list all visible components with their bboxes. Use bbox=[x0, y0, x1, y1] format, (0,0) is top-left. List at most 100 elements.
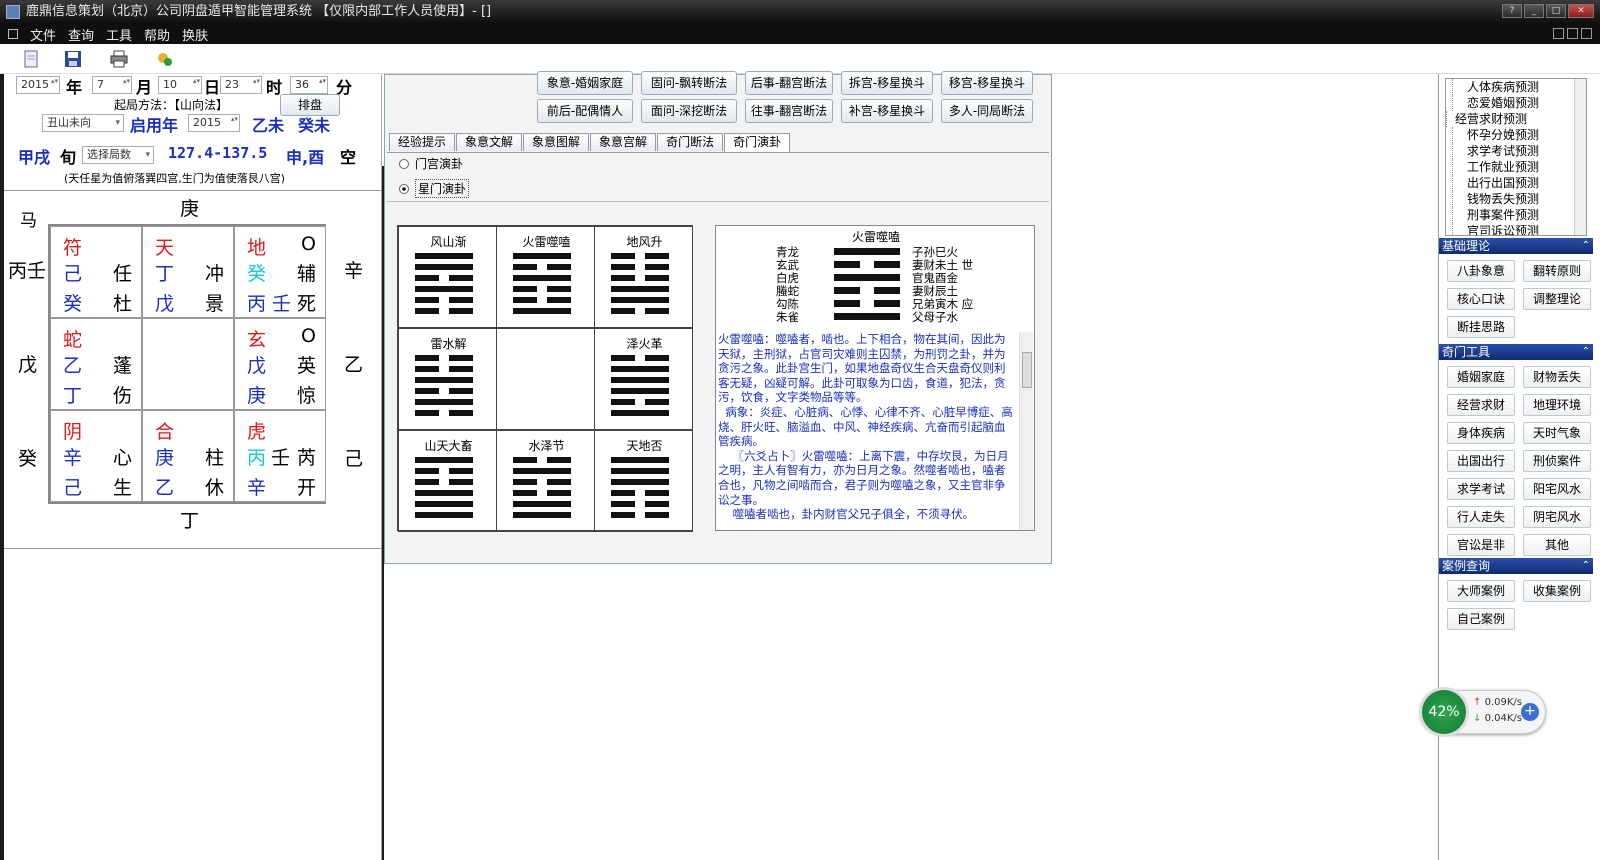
method-button-2-4[interactable]: 补宫-移星换斗 bbox=[841, 99, 933, 123]
tab-xiangyi-text[interactable]: 象意文解 bbox=[456, 133, 523, 151]
sidebar-button[interactable]: 自己案例 bbox=[1447, 608, 1515, 630]
method-button-1-5[interactable]: 移宫-移星换斗 bbox=[941, 71, 1033, 95]
hour-spinner[interactable]: 23 bbox=[220, 76, 262, 94]
tree-item[interactable]: 工作就业预测 bbox=[1452, 159, 1586, 175]
hexagram-cell[interactable]: 风山渐 bbox=[398, 226, 497, 328]
palace-cell[interactable]: 地 O 癸 辅 丙 壬 死 bbox=[234, 226, 326, 318]
palace-cell[interactable]: 阴 辛 心 己 生 bbox=[50, 410, 142, 502]
palace-cell[interactable]: 符 己 任 癸 杜 bbox=[50, 226, 142, 318]
method-button-2-3[interactable]: 往事-翻宫断法 bbox=[745, 99, 833, 123]
hexagram-cell[interactable]: 山天大畜 bbox=[398, 430, 497, 532]
minute-spinner[interactable]: 36 bbox=[290, 76, 328, 94]
sidebar-button[interactable]: 地理环境 bbox=[1523, 394, 1591, 416]
menu-query[interactable]: 查询 bbox=[68, 25, 94, 44]
hexagram-cell-empty[interactable] bbox=[496, 328, 595, 430]
tree-item[interactable]: 出行出国预测 bbox=[1452, 175, 1586, 191]
tree-scrollbar[interactable] bbox=[1574, 79, 1586, 235]
ju-select[interactable]: 选择局数 bbox=[82, 146, 154, 164]
palace-cell[interactable]: 天 丁 冲 戊 景 bbox=[142, 226, 234, 318]
hexagram-cell[interactable]: 雷水解 bbox=[398, 328, 497, 430]
sidebar-button[interactable]: 调整理论 bbox=[1523, 288, 1591, 310]
sidebar-button[interactable]: 求学考试 bbox=[1447, 478, 1515, 500]
radio-unchecked-icon[interactable] bbox=[399, 158, 409, 169]
tree-item[interactable]: 人体疾病预测 bbox=[1452, 79, 1586, 95]
tree-item[interactable]: 求学考试预测 bbox=[1452, 143, 1586, 159]
scrollbar-thumb[interactable] bbox=[1022, 352, 1032, 388]
tree-item[interactable]: 怀孕分娩预测 bbox=[1452, 127, 1586, 143]
sidebar-button[interactable]: 身体疾病 bbox=[1447, 422, 1515, 444]
palace-cell[interactable]: 合 庚 柱 乙 休 bbox=[142, 410, 234, 502]
settings-icon[interactable] bbox=[156, 50, 174, 68]
palace-cell[interactable]: 蛇 乙 蓬 丁 伤 bbox=[50, 318, 142, 410]
method-button-1-2[interactable]: 固问-飘转断法 bbox=[641, 71, 737, 95]
sidebar-button[interactable]: 大师案例 bbox=[1447, 580, 1515, 602]
sidebar-button[interactable]: 财物丢失 bbox=[1523, 366, 1591, 388]
help-button[interactable]: ? bbox=[1502, 4, 1522, 18]
mdi-restore-icon[interactable] bbox=[1567, 28, 1578, 39]
close-button[interactable]: ✕ bbox=[1568, 4, 1594, 18]
hexagram-cell[interactable]: 水泽节 bbox=[496, 430, 595, 532]
mountain-select[interactable]: 丑山未向 bbox=[42, 114, 124, 132]
sidebar-button[interactable]: 阴宅风水 bbox=[1523, 506, 1591, 528]
tree-item[interactable]: 恋爱婚姻预测 bbox=[1452, 95, 1586, 111]
radio-palace-gua[interactable]: 门宫演卦 bbox=[399, 155, 463, 172]
hexagram-cell[interactable]: 泽火革 bbox=[594, 328, 693, 430]
sidebar-button[interactable]: 经营求财 bbox=[1447, 394, 1515, 416]
month-spinner[interactable]: 7 bbox=[92, 76, 132, 94]
day-spinner[interactable]: 10 bbox=[158, 76, 202, 94]
menu-skin[interactable]: 换肤 bbox=[182, 25, 208, 44]
sidebar-button[interactable]: 断挂思路 bbox=[1447, 316, 1515, 338]
tree-item[interactable]: 经营求财预测 bbox=[1446, 111, 1586, 127]
palace-center[interactable] bbox=[142, 318, 234, 410]
plus-icon[interactable]: + bbox=[1521, 703, 1539, 721]
detail-scrollbar[interactable] bbox=[1019, 332, 1033, 530]
sidebar-button[interactable]: 婚姻家庭 bbox=[1447, 366, 1515, 388]
sidebar-button[interactable]: 官讼是非 bbox=[1447, 534, 1515, 556]
system-menu-icon[interactable] bbox=[8, 29, 18, 39]
section-header[interactable]: 案例查询 bbox=[1439, 558, 1593, 574]
tab-xiangyi-diagram[interactable]: 象意图解 bbox=[523, 133, 590, 151]
radio-star-gua[interactable]: 星门演卦 bbox=[399, 179, 470, 198]
method-button-2-5[interactable]: 多人-同局断法 bbox=[941, 99, 1033, 123]
print-icon[interactable] bbox=[110, 50, 128, 68]
tree-item[interactable]: 官司诉讼预测 bbox=[1452, 223, 1586, 235]
sidebar-button[interactable]: 核心口诀 bbox=[1447, 288, 1515, 310]
network-widget[interactable]: 42% ↑ 0.09K/s ↓ 0.04K/s + bbox=[1419, 687, 1546, 737]
hexagram-cell[interactable]: 火雷噬嗑 bbox=[496, 226, 595, 328]
tab-qimen-gua[interactable]: 奇门演卦 bbox=[724, 133, 791, 152]
sidebar-button[interactable]: 其他 bbox=[1523, 534, 1591, 556]
section-header[interactable]: 奇门工具 bbox=[1439, 344, 1593, 360]
section-header[interactable]: 基础理论 bbox=[1439, 238, 1593, 254]
method-button-2-1[interactable]: 前后-配偶情人 bbox=[537, 99, 633, 123]
tree-item[interactable]: 钱物丢失预测 bbox=[1452, 191, 1586, 207]
menu-file[interactable]: 文件 bbox=[30, 25, 56, 44]
new-icon[interactable] bbox=[22, 50, 40, 68]
maximize-button[interactable]: □ bbox=[1546, 4, 1566, 18]
palace-cell[interactable]: 虎 丙 壬 芮 辛 开 bbox=[234, 410, 326, 502]
radio-checked-icon[interactable] bbox=[399, 183, 409, 194]
method-button-1-4[interactable]: 拆宫-移星换斗 bbox=[841, 71, 933, 95]
tab-xiangyi-palace[interactable]: 象意宫解 bbox=[590, 133, 657, 151]
method-button-1-3[interactable]: 后事-翻宫断法 bbox=[745, 71, 833, 95]
minimize-button[interactable]: _ bbox=[1524, 4, 1544, 18]
mdi-minimize-icon[interactable] bbox=[1553, 28, 1564, 39]
sidebar-button[interactable]: 刑侦案件 bbox=[1523, 450, 1591, 472]
sidebar-button[interactable]: 出国出行 bbox=[1447, 450, 1515, 472]
sidebar-button[interactable]: 收集案例 bbox=[1523, 580, 1591, 602]
tab-qimen-method[interactable]: 奇门断法 bbox=[657, 133, 724, 151]
tab-experience[interactable]: 经验提示 bbox=[389, 133, 456, 151]
menu-tools[interactable]: 工具 bbox=[106, 25, 132, 44]
method-button-1-1[interactable]: 象意-婚姻家庭 bbox=[537, 71, 633, 95]
sidebar-button[interactable]: 天时气象 bbox=[1523, 422, 1591, 444]
sidebar-button[interactable]: 翻转原则 bbox=[1523, 260, 1591, 282]
sidebar-button[interactable]: 行人走失 bbox=[1447, 506, 1515, 528]
sidebar-button[interactable]: 阳宅风水 bbox=[1523, 478, 1591, 500]
sidebar-button[interactable]: 八卦象意 bbox=[1447, 260, 1515, 282]
save-icon[interactable] bbox=[64, 50, 82, 68]
hexagram-cell[interactable]: 天地否 bbox=[594, 430, 693, 532]
qiyong-year-spinner[interactable]: 2015 bbox=[188, 114, 240, 132]
method-button-2-2[interactable]: 面问-深挖断法 bbox=[641, 99, 737, 123]
year-spinner[interactable]: 2015 bbox=[16, 76, 60, 94]
palace-cell[interactable]: 玄 O 戊 英 庚 惊 bbox=[234, 318, 326, 410]
mdi-close-icon[interactable] bbox=[1581, 28, 1592, 39]
